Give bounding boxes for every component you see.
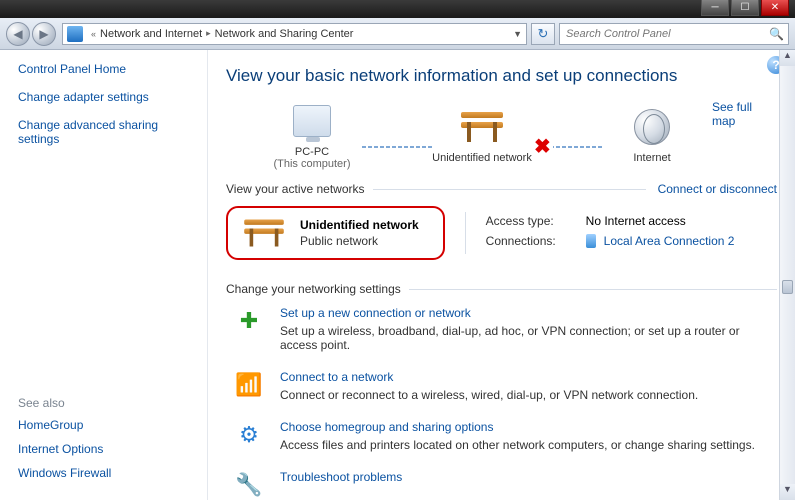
forward-button[interactable]: ▶	[32, 22, 56, 46]
connect-network-icon: 📶	[232, 370, 266, 400]
homegroup-icon: ⚙	[232, 420, 266, 450]
sidebar-change-advanced-sharing[interactable]: Change advanced sharing settings	[18, 118, 193, 146]
map-link-line	[362, 146, 432, 148]
chevron-icon: «	[91, 29, 96, 39]
sidebar-change-adapter[interactable]: Change adapter settings	[18, 90, 193, 104]
settings-link[interactable]: Set up a new connection or network	[280, 306, 777, 320]
divider	[465, 212, 466, 254]
settings-desc: Access files and printers located on oth…	[280, 438, 755, 452]
active-network-box[interactable]: Unidentified network Public network	[226, 206, 445, 260]
map-node-network[interactable]: Unidentified network	[422, 106, 542, 164]
minimize-button[interactable]: ─	[701, 0, 729, 16]
scroll-thumb[interactable]	[782, 280, 793, 294]
control-panel-icon	[67, 26, 83, 42]
address-dropdown-icon[interactable]: ▼	[513, 29, 522, 39]
breadcrumb-seg-2[interactable]: Network and Sharing Center	[215, 28, 354, 40]
map-node-internet[interactable]: Internet	[592, 106, 712, 164]
sidebar-homegroup[interactable]: HomeGroup	[18, 418, 193, 432]
map-internet-label: Internet	[592, 152, 712, 164]
map-node-this-pc[interactable]: PC-PC (This computer)	[252, 100, 372, 170]
sidebar-control-panel-home[interactable]: Control Panel Home	[18, 62, 193, 76]
see-also-header: See also	[18, 396, 193, 410]
settings-link[interactable]: Choose homegroup and sharing options	[280, 420, 755, 434]
network-name: Unidentified network	[300, 218, 419, 232]
connection-link[interactable]: Local Area Connection 2	[604, 234, 735, 248]
settings-desc: Set up a wireless, broadband, dial-up, a…	[280, 324, 740, 352]
settings-link[interactable]: Connect to a network	[280, 370, 698, 384]
chevron-icon: ▸	[206, 28, 211, 39]
access-type-value: No Internet access	[586, 214, 686, 228]
back-button[interactable]: ◀	[6, 22, 30, 46]
x-icon: ✖	[532, 136, 553, 158]
refresh-button[interactable]: ↻	[531, 23, 555, 45]
maximize-button[interactable]: ☐	[731, 0, 759, 16]
page-title: View your basic network information and …	[226, 66, 777, 86]
settings-header: Change your networking settings	[226, 282, 401, 296]
access-type-label: Access type:	[486, 214, 578, 228]
breadcrumb-seg-1[interactable]: Network and Internet	[100, 28, 202, 40]
search-box[interactable]: 🔍	[559, 23, 789, 45]
map-network-label: Unidentified network	[422, 152, 542, 164]
sidebar-windows-firewall[interactable]: Windows Firewall	[18, 466, 193, 480]
close-button[interactable]: ✕	[761, 0, 789, 16]
see-full-map-link[interactable]: See full map	[712, 100, 777, 128]
nic-icon	[586, 234, 596, 248]
bench-icon	[244, 220, 284, 247]
settings-desc: Connect or reconnect to a wireless, wire…	[280, 388, 698, 402]
connections-label: Connections:	[486, 234, 578, 248]
main-panel: ? View your basic network information an…	[208, 50, 795, 500]
computer-icon	[293, 105, 331, 137]
bench-icon	[461, 112, 503, 142]
sidebar: Control Panel Home Change adapter settin…	[0, 50, 208, 500]
search-icon: 🔍	[769, 27, 784, 41]
scroll-up-arrow[interactable]: ▲	[780, 50, 795, 66]
divider	[409, 289, 777, 290]
settings-item-troubleshoot[interactable]: 🔧 Troubleshoot problems	[232, 470, 777, 500]
active-networks-header: View your active networks	[226, 182, 365, 196]
settings-item-homegroup[interactable]: ⚙ Choose homegroup and sharing options A…	[232, 420, 777, 452]
network-map: PC-PC (This computer) Unidentified netwo…	[252, 100, 712, 170]
map-link-broken: ✖	[532, 146, 602, 148]
network-details: Access type: No Internet access Connecti…	[486, 206, 735, 260]
sidebar-internet-options[interactable]: Internet Options	[18, 442, 193, 456]
vertical-scrollbar[interactable]: ▲ ▼	[779, 50, 795, 500]
scroll-down-arrow[interactable]: ▼	[780, 484, 795, 500]
map-pc-sub: (This computer)	[252, 158, 372, 170]
settings-link[interactable]: Troubleshoot problems	[280, 470, 402, 484]
search-input[interactable]	[560, 24, 788, 44]
settings-item-connect-network[interactable]: 📶 Connect to a network Connect or reconn…	[232, 370, 777, 402]
troubleshoot-icon: 🔧	[232, 470, 266, 500]
connect-or-disconnect-link[interactable]: Connect or disconnect	[658, 182, 777, 196]
network-type[interactable]: Public network	[300, 234, 419, 248]
setup-connection-icon: ✚	[232, 306, 266, 336]
navigation-bar: ◀ ▶ « Network and Internet ▸ Network and…	[0, 18, 795, 50]
address-bar[interactable]: « Network and Internet ▸ Network and Sha…	[62, 23, 527, 45]
window-titlebar: ─ ☐ ✕	[0, 0, 795, 18]
settings-item-setup-connection[interactable]: ✚ Set up a new connection or network Set…	[232, 306, 777, 352]
map-pc-name: PC-PC	[252, 146, 372, 158]
divider	[373, 189, 646, 190]
globe-icon	[634, 109, 670, 145]
